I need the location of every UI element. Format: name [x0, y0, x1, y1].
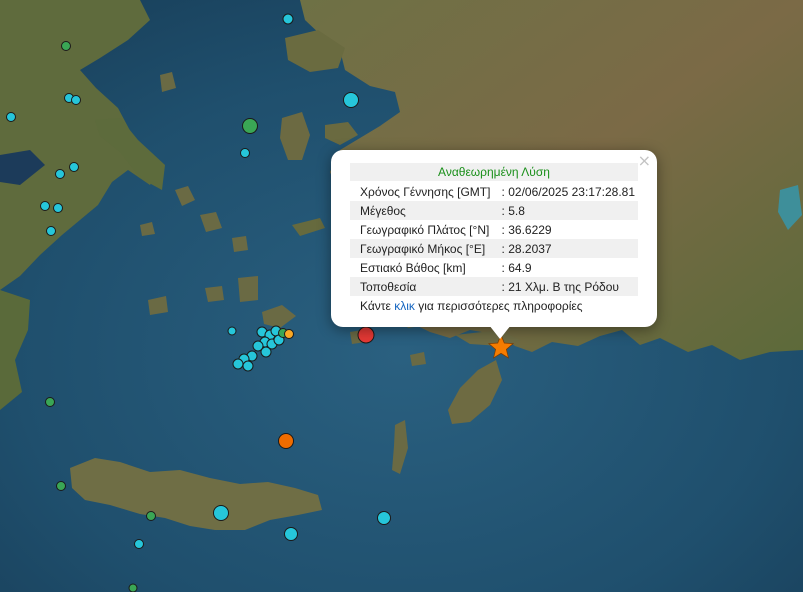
earthquake-marker[interactable]: [240, 148, 250, 158]
earthquake-marker[interactable]: [343, 92, 359, 108]
earthquake-marker[interactable]: [56, 481, 66, 491]
row-value: : 21 Χλμ. Β της Ρόδου: [498, 277, 638, 296]
event-details-table: Χρόνος Γέννησης [GMT] : 02/06/2025 23:17…: [350, 182, 638, 296]
table-row: Μέγεθος : 5.8: [350, 201, 638, 220]
row-label: Χρόνος Γέννησης [GMT]: [360, 184, 491, 199]
earthquake-marker[interactable]: [377, 511, 391, 525]
earthquake-marker[interactable]: [284, 527, 298, 541]
earthquake-marker[interactable]: [146, 511, 156, 521]
table-row: Εστιακό Βάθος [km] : 64.9: [350, 258, 638, 277]
earthquake-marker[interactable]: [213, 505, 229, 521]
table-row: Χρόνος Γέννησης [GMT] : 02/06/2025 23:17…: [350, 182, 638, 201]
more-info-link[interactable]: κλικ: [394, 299, 415, 313]
table-row: Γεωγραφικό Πλάτος [°N] : 36.6229: [350, 220, 638, 239]
cyclades-island: [205, 286, 224, 302]
earthquake-marker[interactable]: [53, 203, 63, 213]
earthquake-marker[interactable]: [242, 360, 254, 372]
earthquake-marker[interactable]: [282, 13, 294, 25]
earthquake-marker[interactable]: [45, 397, 55, 407]
row-label: Γεωγραφικό Πλάτος [°N]: [360, 222, 490, 237]
more-suffix: για περισσότερες πληροφορίες: [414, 299, 583, 313]
row-value: : 28.2037: [498, 239, 638, 258]
close-icon[interactable]: ×: [638, 153, 651, 169]
earthquake-marker[interactable]: [55, 169, 65, 179]
map-view[interactable]: × Αναθεωρημένη Λύση Χρόνος Γέννησης [GMT…: [0, 0, 803, 592]
row-value: : 02/06/2025 23:17:28.81: [501, 184, 635, 199]
row-value: : 36.6229: [501, 222, 552, 237]
row-label: Γεωγραφικό Μήκος [°E]: [350, 239, 499, 258]
earthquake-marker[interactable]: [40, 201, 50, 211]
earthquake-marker[interactable]: [71, 95, 81, 105]
earthquake-marker[interactable]: [242, 118, 258, 134]
event-info-popup: × Αναθεωρημένη Λύση Χρόνος Γέννησης [GMT…: [331, 150, 657, 327]
earthquake-marker[interactable]: [260, 346, 272, 358]
earthquake-marker[interactable]: [6, 112, 16, 122]
earthquake-marker[interactable]: [227, 326, 237, 336]
table-row: Τοποθεσία : 21 Χλμ. Β της Ρόδου: [350, 277, 638, 296]
earthquake-marker[interactable]: [61, 41, 71, 51]
earthquake-marker[interactable]: [46, 226, 56, 236]
earthquake-marker[interactable]: [357, 326, 375, 344]
row-value: : 64.9: [501, 260, 532, 275]
earthquake-marker[interactable]: [134, 539, 144, 549]
cyclades-island: [238, 276, 258, 302]
earthquake-marker[interactable]: [278, 433, 294, 449]
row-value: : 5.8: [498, 201, 638, 220]
table-row: Γεωγραφικό Μήκος [°E] : 28.2037: [350, 239, 638, 258]
row-label: Εστιακό Βάθος [km]: [360, 260, 466, 275]
row-label: Τοποθεσία: [350, 277, 499, 296]
cyclades-island: [232, 236, 248, 252]
popup-title: Αναθεωρημένη Λύση: [350, 163, 638, 181]
more-info-text: Κάντε κλικ για περισσότερες πληροφορίες: [350, 299, 638, 313]
earthquake-marker[interactable]: [284, 329, 294, 339]
row-label: Μέγεθος: [350, 201, 499, 220]
earthquake-marker[interactable]: [69, 162, 79, 172]
more-prefix: Κάντε: [360, 299, 395, 313]
popup-tip: [489, 325, 511, 339]
earthquake-marker[interactable]: [128, 583, 138, 592]
